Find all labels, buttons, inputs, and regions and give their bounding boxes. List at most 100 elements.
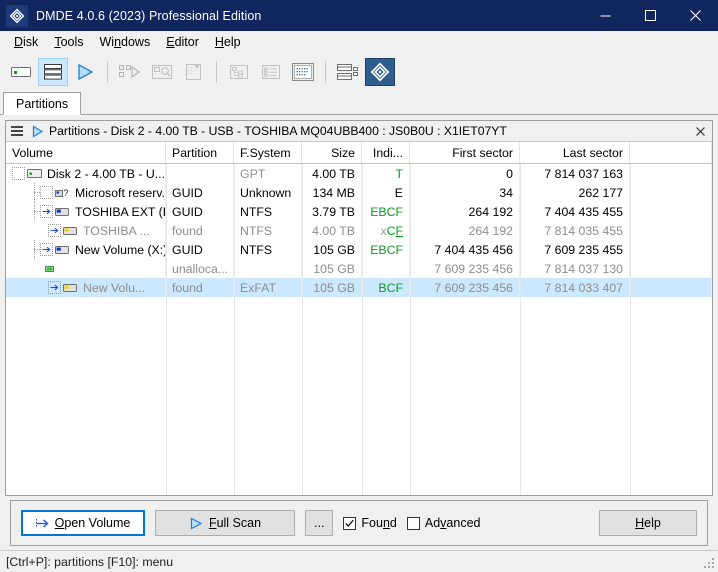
- column-separator: [410, 164, 411, 495]
- open-volume-button[interactable]: Open Volume: [21, 510, 145, 536]
- tree-guide: [30, 240, 40, 259]
- maximize-button[interactable]: [628, 0, 673, 31]
- menu-windows[interactable]: Windows: [92, 33, 159, 51]
- advanced-label: Advanced: [424, 516, 481, 530]
- advanced-checkbox[interactable]: Advanced: [406, 516, 481, 530]
- cell-indicators: BCF: [362, 278, 410, 297]
- column-header-part[interactable]: Partition: [166, 142, 234, 163]
- table-row[interactable]: New Volume (X:) GUID NTFS 105 GB E B C F 7 404 4…: [6, 240, 712, 259]
- column-header-first[interactable]: First sector: [410, 142, 520, 163]
- menu-editor[interactable]: Editor: [158, 33, 207, 51]
- status-text: [Ctrl+P]: partitions [F10]: menu: [6, 554, 174, 569]
- column-header-fs[interactable]: F.System: [234, 142, 302, 163]
- menu-help[interactable]: Help: [207, 33, 249, 51]
- yellow-volume-icon: [63, 224, 79, 238]
- full-scan-button-bottom[interactable]: Full Scan: [155, 510, 295, 536]
- table-row[interactable]: unalloca... 105 GB 7 609 235 456 7 814 037 …: [6, 259, 712, 278]
- column-separator: [520, 164, 521, 495]
- found-checkbox[interactable]: Found: [343, 516, 397, 530]
- cell-volume: TOSHIBA EXT (E:): [6, 202, 166, 221]
- cell-first-sector: 34: [410, 183, 520, 202]
- cell-fsystem: [234, 259, 302, 278]
- cell-last-sector: 7 404 435 455: [520, 202, 630, 221]
- window-arrange-button[interactable]: [333, 58, 363, 86]
- found-label: Found: [361, 516, 397, 530]
- checkbox-box: [343, 516, 357, 530]
- grid-body[interactable]: Disk 2 - 4.00 TB - U... GPT 4.00 TB T 0 7 814…: [6, 164, 712, 495]
- partitions-panel: Partitions - Disk 2 - 4.00 TB - USB - TO…: [5, 120, 713, 496]
- disk-device-button[interactable]: [6, 58, 36, 86]
- minimize-button[interactable]: [583, 0, 628, 31]
- play-triangle-icon: [189, 517, 203, 530]
- panel-close-button[interactable]: [690, 122, 710, 140]
- cell-partition: unalloca...: [166, 259, 234, 278]
- cell-volume: New Volume (X:): [6, 240, 166, 259]
- table-row[interactable]: New Volu... found ExFAT 105 GB B C F 7 609 235 …: [6, 278, 712, 297]
- table-row[interactable]: TOSHIBA EXT (E:)GUIDNTFS3.79 TBEBCF264 1…: [6, 202, 712, 221]
- cell-pad: [630, 164, 712, 183]
- cell-partition: GUID: [166, 202, 234, 221]
- indicator-flag: B: [378, 204, 387, 219]
- column-separator: [234, 164, 235, 495]
- cell-fsystem: NTFS: [234, 221, 302, 240]
- dmde-application-window: DMDE 4.0.6 (2023) Professional Edition D…: [0, 0, 718, 572]
- cell-size: 134 MB: [302, 183, 362, 202]
- cell-last-sector: 7 814 037 163: [520, 164, 630, 183]
- column-header-volume[interactable]: Volume: [6, 142, 166, 163]
- resize-gripper-icon[interactable]: [704, 558, 716, 570]
- column-header-size[interactable]: Size: [302, 142, 362, 163]
- indicator-flag: T: [395, 166, 403, 181]
- hamburger-icon[interactable]: [11, 124, 25, 138]
- full-scan-button[interactable]: [70, 58, 100, 86]
- check-icon: [345, 519, 355, 527]
- tree-checkbox-icon[interactable]: [40, 186, 53, 199]
- tree-expand-arrow-icon[interactable]: [48, 224, 61, 237]
- scan-run-button: [115, 58, 145, 86]
- help-button[interactable]: Help: [599, 510, 697, 536]
- tree-expand-arrow-icon[interactable]: [40, 205, 53, 218]
- indicator-flag: C: [386, 280, 396, 295]
- indicator-flag: C: [386, 204, 396, 219]
- table-row[interactable]: TOSHIBA ... found NTFS 4.00 TB x C F 264 192 7 8…: [6, 221, 712, 240]
- column-header-last[interactable]: Last sector: [520, 142, 630, 163]
- directory-tree-button: [224, 58, 254, 86]
- blue-volume-icon: [55, 243, 71, 257]
- cell-size: 4.00 TB: [302, 164, 362, 183]
- partitions-button[interactable]: [38, 57, 68, 86]
- table-row[interactable]: ? Microsoft reserv... GUID Unknown 134 MB E 34…: [6, 183, 712, 202]
- menu-tools[interactable]: Tools: [46, 33, 91, 51]
- tree-checkbox-icon[interactable]: [12, 167, 25, 180]
- cell-fsystem: ExFAT: [234, 278, 302, 297]
- close-button[interactable]: [673, 0, 718, 31]
- cell-partition: GUID: [166, 240, 234, 259]
- about-dmde-button[interactable]: [365, 57, 395, 86]
- open-arrow-icon: [35, 518, 49, 529]
- column-header-pad[interactable]: [630, 142, 712, 163]
- indicator-flag: F: [395, 204, 403, 219]
- cell-partition: found: [166, 221, 234, 240]
- cell-partition: found: [166, 278, 234, 297]
- hex-editor-button[interactable]: [288, 58, 318, 86]
- more-options-button[interactable]: ...: [305, 510, 334, 536]
- tab-partitions[interactable]: Partitions: [3, 92, 82, 115]
- cell-partition: [166, 164, 234, 183]
- partitions-grid: Volume Partition F.System Size Indi... First …: [6, 142, 712, 495]
- indicator-flag: C: [386, 242, 396, 257]
- menu-disk[interactable]: Disk: [6, 33, 46, 51]
- find-button: [147, 58, 177, 86]
- tree-expand-arrow-icon[interactable]: [40, 243, 53, 256]
- volume-label: TOSHIBA EXT (E:): [75, 204, 165, 219]
- cell-last-sector: 7 814 035 455: [520, 221, 630, 240]
- blue-volume-icon: [55, 205, 71, 219]
- table-row[interactable]: Disk 2 - 4.00 TB - U... GPT 4.00 TB T 0 7 814…: [6, 164, 712, 183]
- tree-expand-arrow-icon[interactable]: [48, 281, 61, 294]
- tab-label: Partitions: [16, 96, 69, 111]
- play-triangle-icon[interactable]: [30, 124, 44, 138]
- cell-last-sector: 262 177: [520, 183, 630, 202]
- indicator-flag: F: [395, 280, 403, 295]
- file-list-button: [256, 58, 286, 86]
- panel-header: Partitions - Disk 2 - 4.00 TB - USB - TO…: [6, 121, 712, 142]
- volume-label: New Volume (X:): [75, 242, 166, 257]
- column-header-ind[interactable]: Indi...: [362, 142, 410, 163]
